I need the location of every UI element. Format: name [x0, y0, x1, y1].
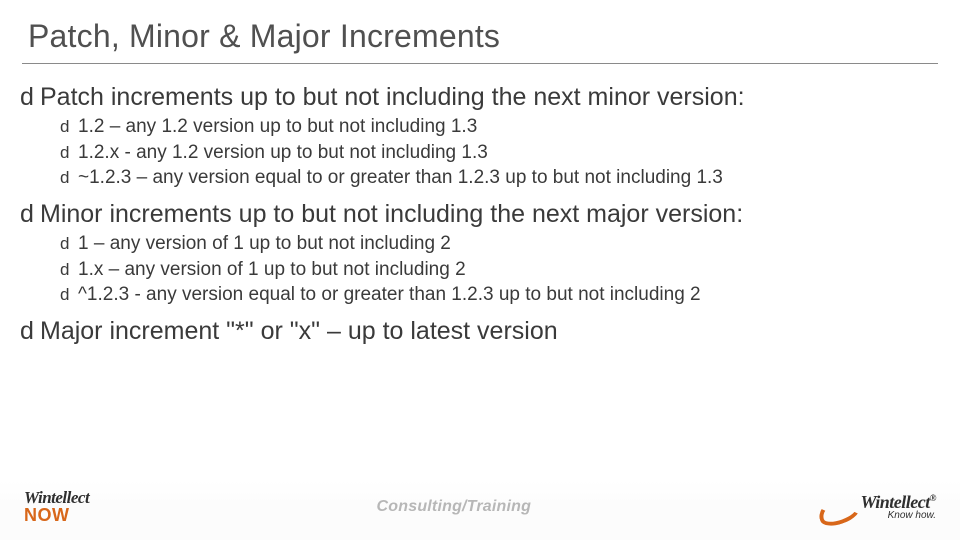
slide-body: d Patch increments up to but not includi…: [0, 64, 960, 346]
bullet-icon: d: [60, 167, 78, 190]
bullet-icon: d: [60, 259, 78, 282]
bullet-level2: d 1.2.x - any 1.2 version up to but not …: [60, 140, 940, 166]
bullet-level2: d ~1.2.3 – any version equal to or great…: [60, 165, 940, 191]
bullet-level2: d 1.2 – any 1.2 version up to but not in…: [60, 114, 940, 140]
bullet-text: ^1.2.3 - any version equal to or greater…: [78, 282, 940, 308]
bullet-text: 1 – any version of 1 up to but not inclu…: [78, 231, 940, 257]
logo-text-bottom: NOW: [24, 507, 89, 524]
sub-list: d 1.2 – any 1.2 version up to but not in…: [60, 114, 940, 191]
slide-footer: Wintellect NOW Consulting/Training Winte…: [0, 480, 960, 540]
bullet-level2: d 1.x – any version of 1 up to but not i…: [60, 257, 940, 283]
slide-title: Patch, Minor & Major Increments: [0, 0, 960, 63]
bullet-text: 1.2.x - any 1.2 version up to but not in…: [78, 140, 940, 166]
bullet-text: 1.x – any version of 1 up to but not inc…: [78, 257, 940, 283]
bullet-icon: d: [20, 82, 40, 112]
bullet-icon: d: [20, 316, 40, 346]
sub-list: d 1 – any version of 1 up to but not inc…: [60, 231, 940, 308]
logo-letter: O: [38, 505, 53, 525]
logo-letter: N: [24, 505, 38, 525]
bullet-text: ~1.2.3 – any version equal to or greater…: [78, 165, 940, 191]
bullet-icon: d: [60, 233, 78, 256]
swoosh-icon: [818, 492, 854, 522]
bullet-level1: d Patch increments up to but not includi…: [20, 82, 940, 112]
footer-tagline: Consulting/Training: [377, 498, 532, 516]
logo-wintellect-now: Wintellect NOW: [24, 490, 89, 523]
bullet-icon: d: [20, 199, 40, 229]
logo-word: Wintellect: [860, 492, 929, 512]
bullet-icon: d: [60, 284, 78, 307]
bullet-level2: d ^1.2.3 - any version equal to or great…: [60, 282, 940, 308]
logo-text: Wintellect®: [860, 494, 936, 511]
registered-icon: ®: [930, 493, 936, 503]
bullet-level1: d Major increment "*" or "x" – up to lat…: [20, 316, 940, 346]
logo-right-text: Wintellect® Know how.: [860, 494, 936, 521]
bullet-text: Major increment "*" or "x" – up to lates…: [40, 316, 940, 346]
bullet-text: 1.2 – any 1.2 version up to but not incl…: [78, 114, 940, 140]
bullet-level2: d 1 – any version of 1 up to but not inc…: [60, 231, 940, 257]
bullet-text: Minor increments up to but not including…: [40, 199, 940, 229]
logo-subtext: Know how.: [860, 511, 936, 521]
bullet-text: Patch increments up to but not including…: [40, 82, 940, 112]
logo-letter: W: [52, 505, 70, 525]
logo-wintellect: Wintellect® Know how.: [818, 492, 936, 522]
bullet-icon: d: [60, 116, 78, 139]
bullet-icon: d: [60, 142, 78, 165]
bullet-level1: d Minor increments up to but not includi…: [20, 199, 940, 229]
